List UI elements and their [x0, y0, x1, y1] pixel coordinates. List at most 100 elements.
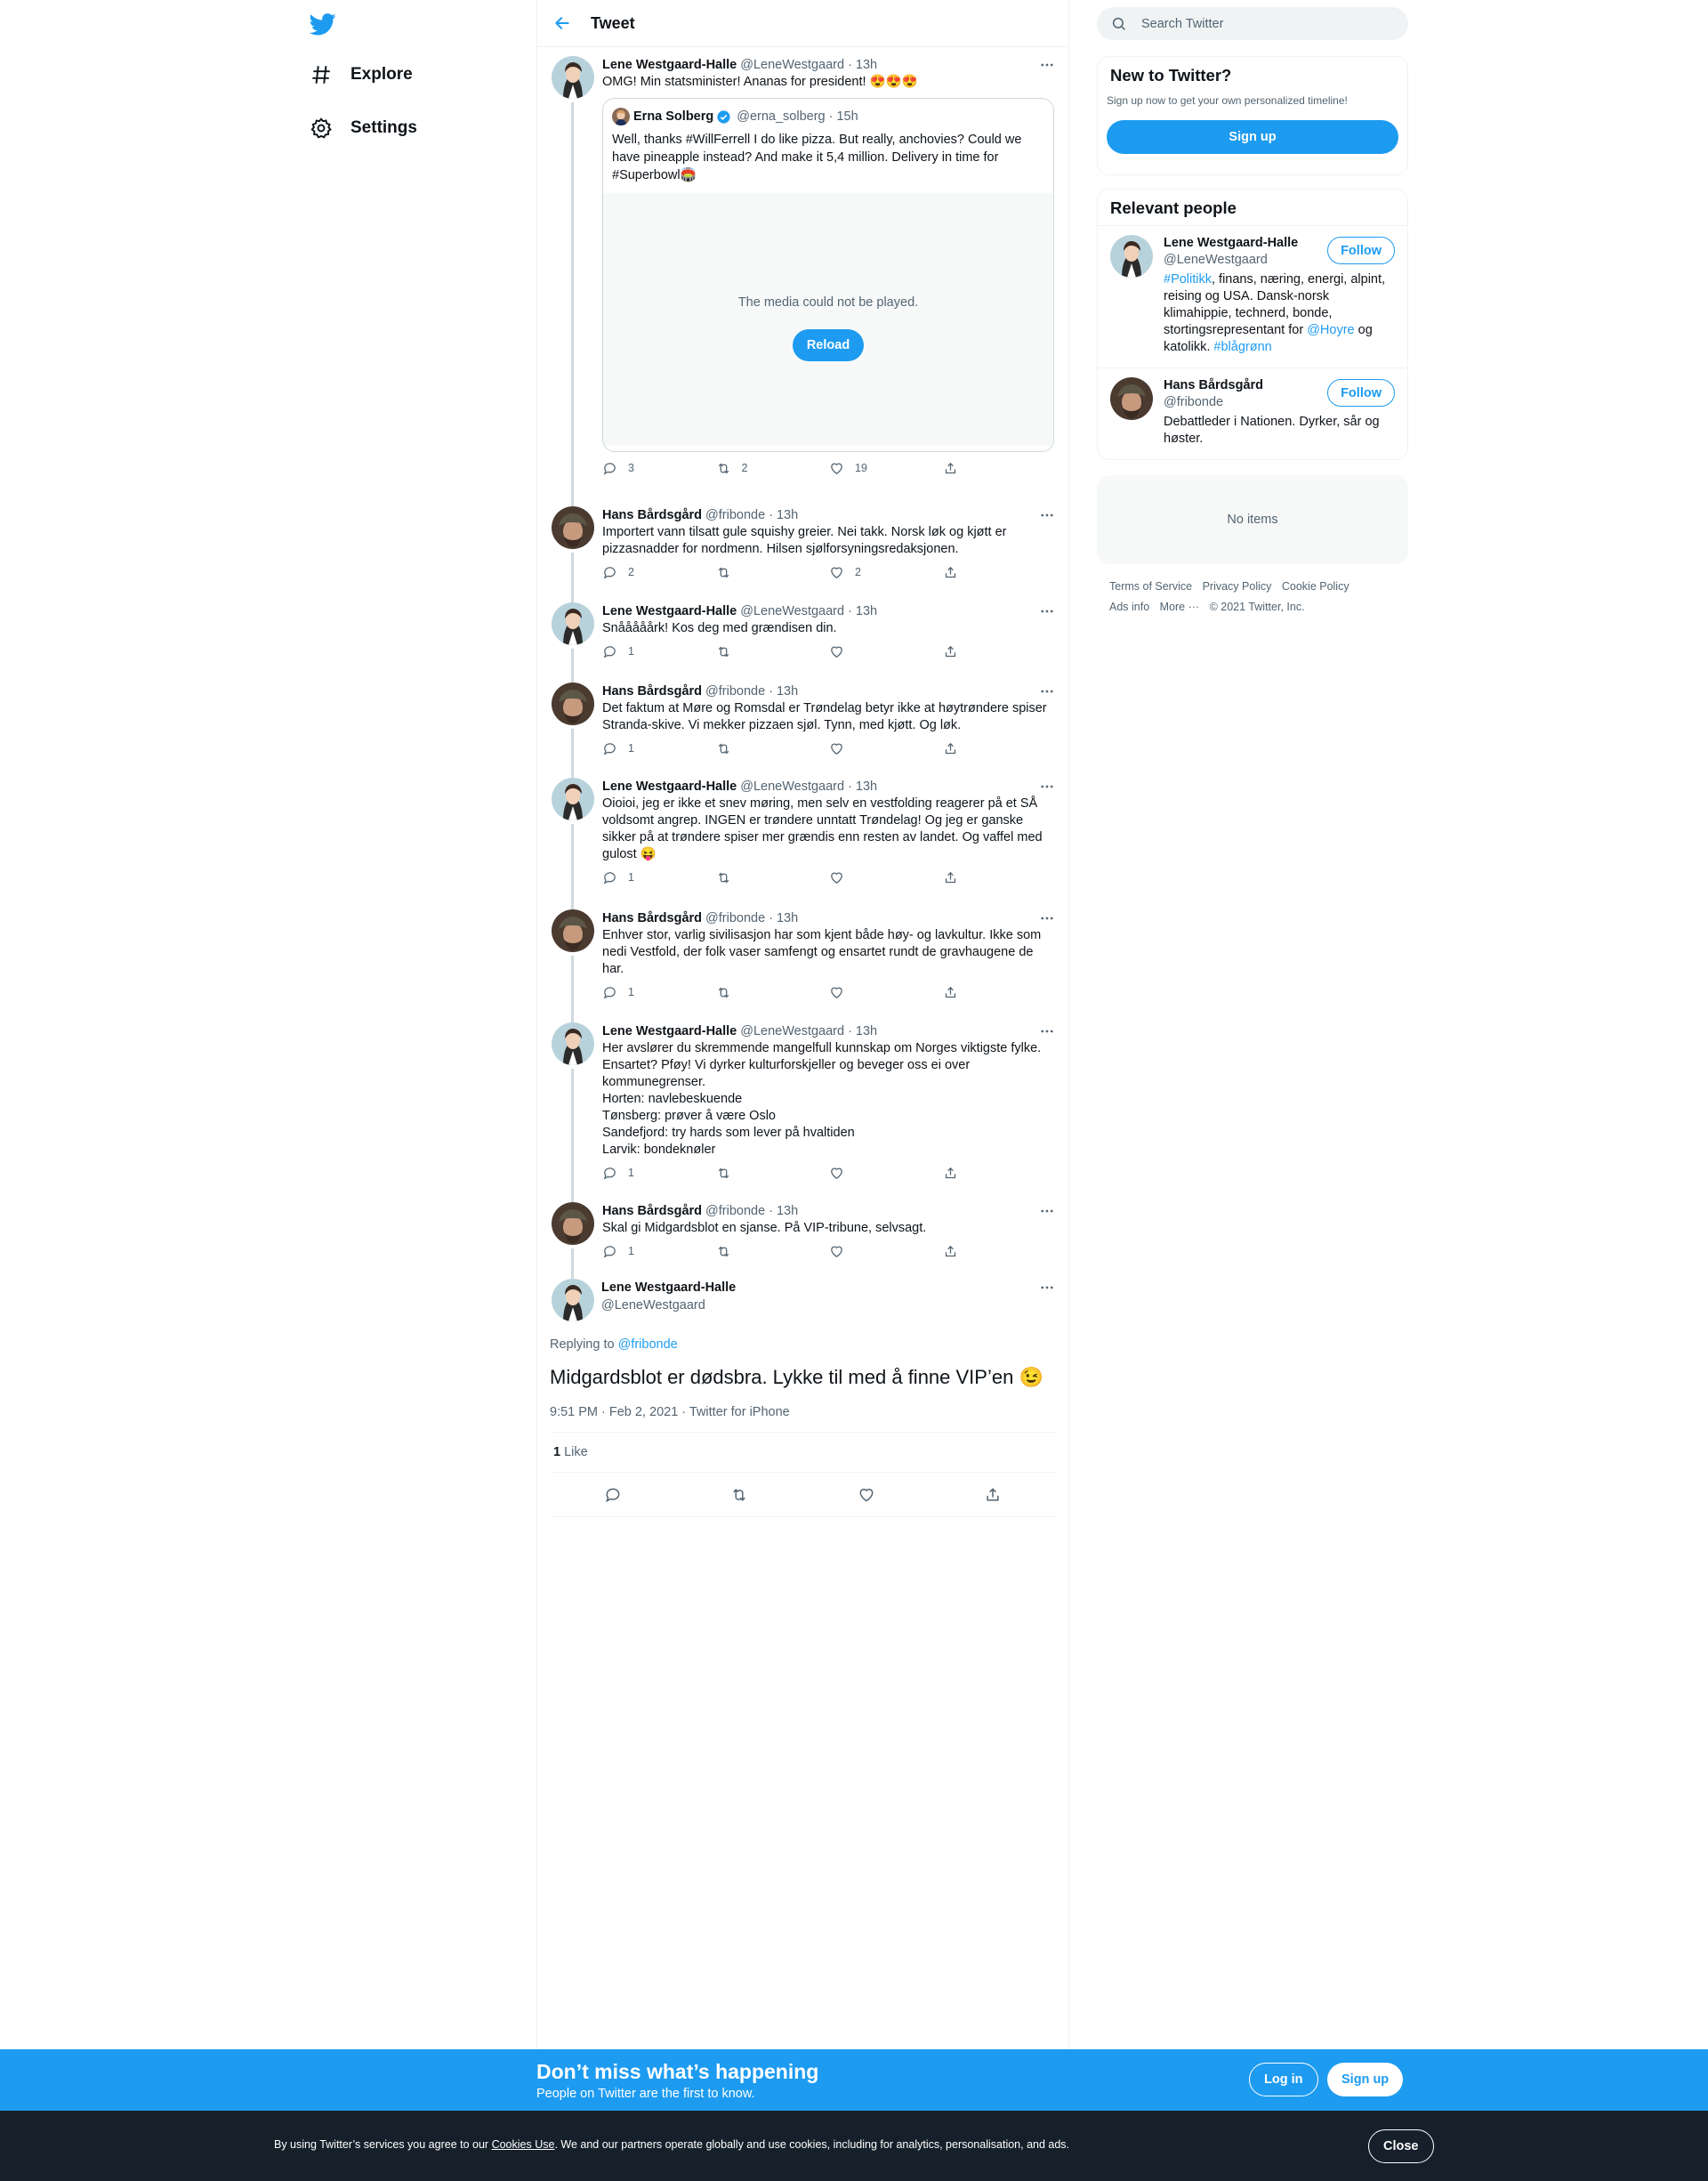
like-button[interactable]	[829, 870, 943, 885]
share-button[interactable]	[943, 461, 1057, 476]
thread-tweet[interactable]: Hans Bårdsgård @fribonde · 13h Enhver st…	[537, 901, 1068, 1015]
like-button[interactable]	[829, 741, 943, 756]
author-handle[interactable]: @fribonde	[705, 684, 765, 699]
reply-button[interactable]: 1	[602, 985, 716, 1000]
share-button[interactable]	[943, 741, 1057, 756]
retweet-icon[interactable]	[730, 1486, 748, 1504]
avatar-hans[interactable]	[552, 1202, 594, 1245]
footer-link-cookie[interactable]: Cookie Policy	[1282, 580, 1349, 593]
reply-button[interactable]: 2	[602, 565, 716, 580]
more-options-button[interactable]	[1038, 1279, 1056, 1296]
mention-link[interactable]: @Hoyre	[1307, 323, 1354, 337]
retweet-button[interactable]	[716, 1244, 830, 1259]
cookies-use-link[interactable]: Cookies Use	[492, 2138, 555, 2151]
footer-link-more[interactable]: More ···	[1160, 601, 1199, 613]
author-handle[interactable]: @fribonde	[705, 508, 765, 522]
author-name[interactable]: Lene Westgaard-Halle	[602, 58, 737, 72]
share-button[interactable]	[943, 985, 1057, 1000]
person-item[interactable]: Lene Westgaard-Halle @LeneWestgaard #Pol…	[1098, 225, 1407, 368]
more-options-button[interactable]	[1038, 1202, 1056, 1220]
tweet-time[interactable]: 13h	[856, 780, 877, 794]
tweet-time[interactable]: 13h	[777, 684, 798, 699]
author-name[interactable]: Lene Westgaard-Halle	[602, 1024, 737, 1038]
search-input[interactable]	[1141, 16, 1390, 31]
hashtag-link[interactable]: #Politikk	[1164, 272, 1212, 287]
reload-button[interactable]: Reload	[792, 329, 865, 361]
author-handle[interactable]: @LeneWestgaard	[740, 604, 844, 618]
thread-tweet[interactable]: Hans Bårdsgård @fribonde · 13h Det faktu…	[537, 674, 1068, 771]
retweet-button[interactable]	[716, 1166, 830, 1181]
more-options-button[interactable]	[1038, 778, 1056, 796]
like-button[interactable]	[829, 985, 943, 1000]
avatar-hans[interactable]	[552, 909, 594, 952]
tweet-time[interactable]: 13h	[856, 58, 877, 72]
twitter-logo-icon[interactable]	[309, 11, 336, 37]
more-options-button[interactable]	[1038, 1022, 1056, 1040]
nav-settings[interactable]: Settings	[310, 110, 417, 146]
likes-summary[interactable]: 1 Like	[550, 1433, 1056, 1473]
like-button[interactable]	[829, 1166, 943, 1181]
more-options-button[interactable]	[1038, 56, 1056, 74]
banner-sign-up-button[interactable]: Sign up	[1327, 2063, 1404, 2096]
avatar-lene[interactable]	[1110, 235, 1153, 278]
reply-button[interactable]: 1	[602, 870, 716, 885]
share-button[interactable]	[943, 644, 1057, 659]
tweet-time[interactable]: 13h	[777, 911, 798, 925]
thread-tweet[interactable]: Lene Westgaard-Halle @LeneWestgaard · 13…	[537, 769, 1068, 902]
avatar-lene[interactable]	[552, 1279, 594, 1321]
hashtag-link[interactable]: #blågrønn	[1213, 340, 1271, 354]
thread-tweet[interactable]: Lene Westgaard-Halle @LeneWestgaard · 13…	[537, 47, 1068, 499]
reply-button[interactable]: 1	[602, 741, 716, 756]
more-options-button[interactable]	[1038, 909, 1056, 927]
thread-tweet[interactable]: Lene Westgaard-Halle @LeneWestgaard · 13…	[537, 594, 1068, 675]
retweet-button[interactable]	[716, 985, 830, 1000]
retweet-button[interactable]	[716, 565, 830, 580]
avatar-lene[interactable]	[552, 602, 594, 645]
sign-up-button[interactable]: Sign up	[1107, 120, 1398, 154]
heart-icon[interactable]	[858, 1486, 875, 1504]
nav-explore[interactable]: Explore	[310, 57, 413, 93]
retweet-button[interactable]: 2	[716, 461, 830, 476]
like-button[interactable]: 19	[829, 461, 943, 476]
author-name[interactable]: Hans Bårdsgård	[602, 1204, 702, 1218]
author-name[interactable]: Lene Westgaard-Halle	[602, 604, 737, 618]
avatar-hans[interactable]	[1110, 377, 1153, 420]
author-handle[interactable]: @LeneWestgaard	[740, 58, 844, 72]
tweet-meta[interactable]: 9:51 PM · Feb 2, 2021 · Twitter for iPho…	[550, 1405, 1056, 1433]
author-handle[interactable]: @fribonde	[705, 911, 765, 925]
author-name[interactable]: Hans Bårdsgård	[602, 684, 702, 699]
author-handle[interactable]: @LeneWestgaard	[601, 1296, 1056, 1314]
author-handle[interactable]: @fribonde	[705, 1204, 765, 1218]
thread-tweet[interactable]: Lene Westgaard-Halle @LeneWestgaard · 13…	[537, 1014, 1068, 1195]
share-button[interactable]	[943, 870, 1057, 885]
reply-button[interactable]: 1	[602, 1166, 716, 1181]
reply-button[interactable]: 1	[602, 1244, 716, 1259]
reply-button[interactable]: 3	[602, 461, 716, 476]
author-name[interactable]: Lene Westgaard-Halle	[602, 780, 737, 794]
more-options-button[interactable]	[1038, 683, 1056, 700]
avatar-lene[interactable]	[552, 56, 594, 99]
follow-button[interactable]: Follow	[1327, 237, 1395, 264]
like-button[interactable]	[829, 644, 943, 659]
tweet-time[interactable]: 13h	[777, 508, 798, 522]
like-button[interactable]	[829, 1244, 943, 1259]
footer-link-ads[interactable]: Ads info	[1109, 601, 1149, 613]
footer-link-terms[interactable]: Terms of Service	[1109, 580, 1192, 593]
author-name[interactable]: Hans Bårdsgård	[602, 508, 702, 522]
person-item[interactable]: Hans Bårdsgård @fribonde Debattleder i N…	[1098, 368, 1407, 456]
retweet-button[interactable]	[716, 870, 830, 885]
thread-tweet[interactable]: Hans Bårdsgård @fribonde · 13h Importert…	[537, 497, 1068, 595]
quoted-tweet[interactable]: Erna Solberg @erna_solberg · 15h Well, t…	[602, 98, 1054, 452]
reply-button[interactable]: 1	[602, 644, 716, 659]
tweet-time[interactable]: 13h	[777, 1204, 798, 1218]
retweet-button[interactable]	[716, 644, 830, 659]
follow-button[interactable]: Follow	[1327, 379, 1395, 407]
more-options-button[interactable]	[1038, 506, 1056, 524]
like-button[interactable]: 2	[829, 565, 943, 580]
search-box[interactable]	[1097, 7, 1408, 40]
author-name[interactable]: Lene Westgaard-Halle	[601, 1279, 1056, 1296]
retweet-button[interactable]	[716, 741, 830, 756]
share-button[interactable]	[943, 1166, 1057, 1181]
back-button[interactable]	[537, 14, 587, 32]
log-in-button[interactable]: Log in	[1249, 2063, 1318, 2096]
